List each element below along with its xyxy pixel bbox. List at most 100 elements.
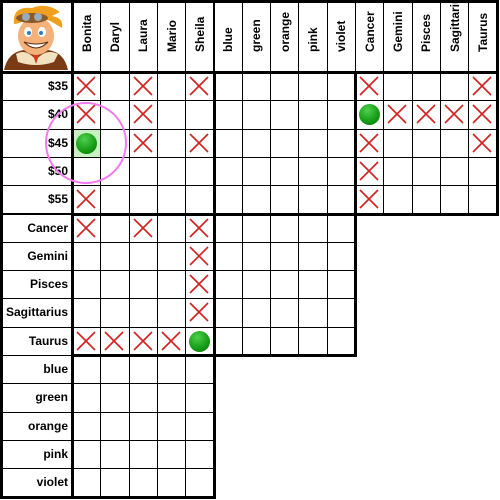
grid-cell[interactable]	[128, 355, 158, 385]
grid-cell[interactable]	[128, 72, 158, 102]
grid-cell[interactable]	[383, 128, 413, 158]
grid-cell[interactable]	[156, 270, 187, 300]
grid-cell[interactable]	[326, 100, 356, 130]
grid-cell[interactable]	[270, 213, 300, 243]
grid-cell[interactable]	[100, 383, 130, 413]
grid-cell[interactable]	[241, 298, 272, 328]
grid-cell[interactable]	[156, 326, 187, 356]
grid-cell[interactable]	[128, 213, 158, 243]
grid-cell[interactable]	[72, 439, 102, 470]
grid-cell[interactable]	[326, 213, 356, 243]
grid-cell[interactable]	[270, 128, 300, 158]
grid-cell[interactable]	[100, 439, 130, 470]
grid-cell[interactable]	[270, 270, 300, 300]
grid-cell[interactable]	[355, 128, 385, 158]
grid-cell[interactable]	[383, 156, 413, 187]
grid-cell[interactable]	[241, 185, 272, 215]
grid-cell[interactable]	[298, 241, 328, 272]
grid-cell[interactable]	[128, 326, 158, 356]
grid-cell[interactable]	[213, 241, 243, 272]
grid-cell[interactable]	[355, 72, 385, 102]
grid-cell[interactable]	[156, 185, 187, 215]
grid-cell[interactable]	[355, 185, 385, 215]
grid-cell[interactable]	[241, 156, 272, 187]
grid-cell[interactable]	[156, 213, 187, 243]
grid-cell[interactable]	[156, 72, 187, 102]
grid-cell[interactable]	[72, 383, 102, 413]
grid-cell[interactable]	[100, 468, 130, 498]
grid-cell[interactable]	[213, 213, 243, 243]
grid-cell[interactable]	[326, 298, 356, 328]
grid-cell[interactable]	[213, 128, 243, 158]
grid-cell[interactable]	[72, 100, 102, 130]
grid-cell[interactable]	[298, 185, 328, 215]
grid-cell[interactable]	[100, 326, 130, 356]
grid-cell[interactable]	[100, 156, 130, 187]
grid-cell[interactable]	[298, 156, 328, 187]
grid-cell[interactable]	[298, 326, 328, 356]
grid-cell[interactable]	[298, 213, 328, 243]
grid-cell[interactable]	[411, 156, 441, 187]
grid-cell[interactable]	[72, 326, 102, 356]
grid-cell[interactable]	[185, 213, 215, 243]
grid-cell[interactable]	[185, 72, 215, 102]
grid-cell[interactable]	[185, 270, 215, 300]
grid-cell[interactable]	[326, 72, 356, 102]
grid-cell[interactable]	[213, 72, 243, 102]
grid-cell[interactable]	[128, 128, 158, 158]
grid-cell[interactable]	[213, 100, 243, 130]
grid-cell[interactable]	[298, 298, 328, 328]
grid-cell[interactable]	[156, 439, 187, 470]
grid-cell[interactable]	[383, 185, 413, 215]
grid-cell[interactable]	[156, 100, 187, 130]
grid-cell[interactable]	[156, 468, 187, 498]
grid-cell[interactable]	[270, 156, 300, 187]
grid-cell[interactable]	[156, 411, 187, 441]
grid-cell[interactable]	[468, 72, 498, 102]
grid-cell[interactable]	[326, 326, 356, 356]
grid-cell[interactable]	[156, 241, 187, 272]
grid-cell[interactable]	[355, 100, 385, 130]
grid-cell[interactable]	[270, 326, 300, 356]
grid-cell[interactable]	[185, 326, 215, 356]
grid-cell[interactable]	[185, 156, 215, 187]
grid-cell[interactable]	[241, 100, 272, 130]
grid-cell[interactable]	[439, 156, 470, 187]
grid-cell[interactable]	[72, 270, 102, 300]
grid-cell[interactable]	[128, 185, 158, 215]
grid-cell[interactable]	[298, 270, 328, 300]
grid-cell[interactable]	[326, 270, 356, 300]
grid-cell[interactable]	[100, 241, 130, 272]
grid-cell[interactable]	[72, 355, 102, 385]
grid-cell[interactable]	[128, 156, 158, 187]
grid-cell[interactable]	[156, 128, 187, 158]
grid-cell[interactable]	[100, 270, 130, 300]
grid-cell[interactable]	[128, 241, 158, 272]
grid-cell[interactable]	[326, 185, 356, 215]
grid-cell[interactable]	[185, 411, 215, 441]
grid-cell[interactable]	[185, 468, 215, 498]
grid-cell[interactable]	[411, 100, 441, 130]
grid-cell[interactable]	[270, 298, 300, 328]
grid-cell[interactable]	[383, 72, 413, 102]
grid-cell[interactable]	[241, 128, 272, 158]
grid-cell[interactable]	[241, 241, 272, 272]
grid-cell[interactable]	[72, 411, 102, 441]
grid-cell[interactable]	[100, 355, 130, 385]
grid-cell[interactable]	[128, 468, 158, 498]
grid-cell[interactable]	[72, 241, 102, 272]
grid-cell[interactable]	[241, 326, 272, 356]
grid-cell[interactable]	[185, 128, 215, 158]
grid-cell[interactable]	[213, 326, 243, 356]
grid-cell[interactable]	[213, 156, 243, 187]
grid-cell[interactable]	[72, 72, 102, 102]
grid-cell[interactable]	[185, 383, 215, 413]
grid-cell[interactable]	[411, 128, 441, 158]
grid-cell[interactable]	[72, 213, 102, 243]
grid-cell[interactable]	[100, 411, 130, 441]
grid-cell[interactable]	[326, 156, 356, 187]
grid-cell[interactable]	[326, 128, 356, 158]
grid-cell[interactable]	[128, 298, 158, 328]
grid-cell[interactable]	[72, 468, 102, 498]
grid-cell[interactable]	[100, 185, 130, 215]
